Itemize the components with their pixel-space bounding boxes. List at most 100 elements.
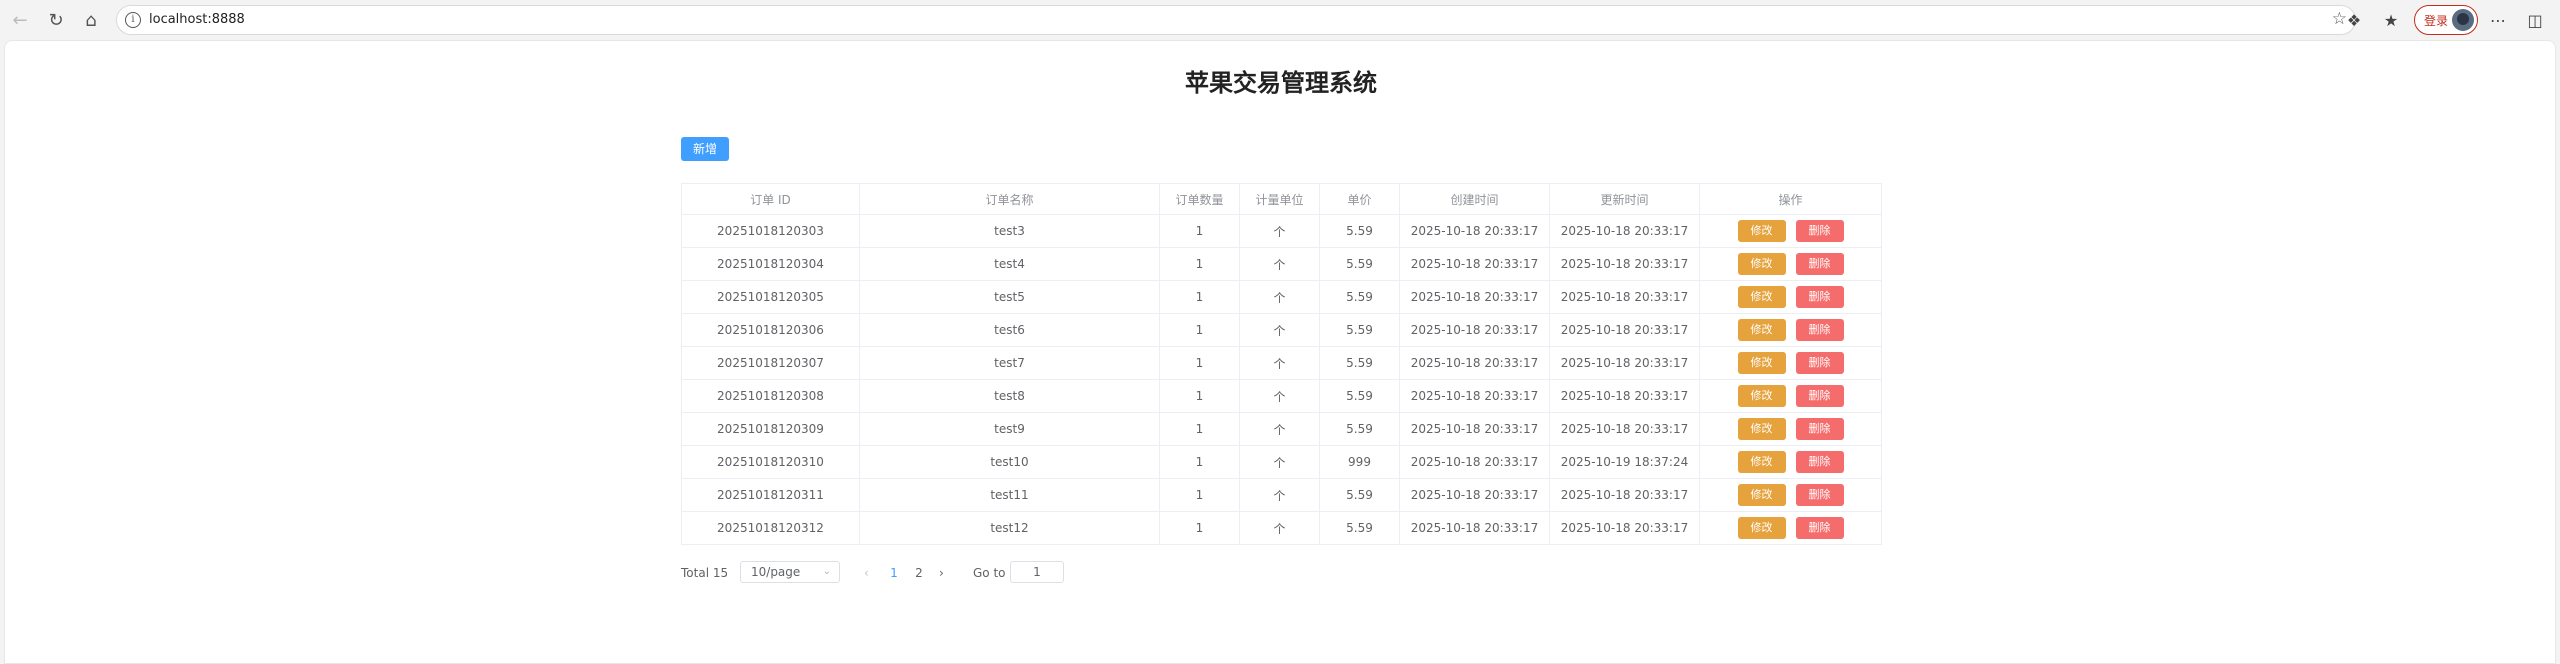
edit-button[interactable]: 修改 <box>1737 385 1786 407</box>
table-cell: test10 <box>859 445 1160 479</box>
edit-button[interactable]: 修改 <box>1737 517 1786 539</box>
table-cell: 5.59 <box>1319 379 1400 413</box>
url-text[interactable]: localhost:8888 <box>149 12 245 27</box>
favorites-icon[interactable]: ★ <box>2378 7 2404 33</box>
delete-button[interactable]: 删除 <box>1795 253 1844 275</box>
table-cell: 个 <box>1239 346 1320 380</box>
delete-button[interactable]: 删除 <box>1795 451 1844 473</box>
add-button[interactable]: 新增 <box>681 137 729 161</box>
next-page-icon[interactable]: › <box>939 561 944 585</box>
table-row: 20251018120309 test9 1 个 5.59 2025-10-18 20:3… <box>681 412 1882 446</box>
table-cell: 个 <box>1239 379 1320 413</box>
table-cell: 1 <box>1159 478 1240 512</box>
page-number-1[interactable]: 1 <box>887 561 901 585</box>
goto-page-input[interactable]: 1 <box>1010 561 1064 583</box>
table-cell: 2025-10-18 20:33:17 <box>1549 247 1700 281</box>
goto-label: Go to <box>973 566 1006 580</box>
table-cell: 2025-10-18 20:33:17 <box>1549 280 1700 314</box>
page-viewport: 苹果交易管理系统 新增 订单 ID 订单名称 订单数量 计量单位 单价 创建时间… <box>4 40 2556 664</box>
table-cell: 5.59 <box>1319 346 1400 380</box>
table-cell: 5.59 <box>1319 214 1400 248</box>
table-cell: test11 <box>859 478 1160 512</box>
table-cell: 个 <box>1239 412 1320 446</box>
site-info-icon[interactable]: i <box>125 12 141 28</box>
table-cell: 个 <box>1239 214 1320 248</box>
table-cell: 1 <box>1159 511 1240 545</box>
table-cell: 2025-10-18 20:33:17 <box>1399 214 1550 248</box>
table-cell: 2025-10-18 20:33:17 <box>1399 313 1550 347</box>
actions-cell: 修改 删除 <box>1699 247 1882 281</box>
column-header: 创建时间 <box>1399 183 1550 215</box>
prev-page-icon[interactable]: ‹ <box>864 561 869 585</box>
table-cell: 20251018120309 <box>681 412 860 446</box>
page-size-select[interactable]: 10/page ⌄ <box>740 561 840 583</box>
edit-button[interactable]: 修改 <box>1737 286 1786 308</box>
table-cell: 2025-10-18 20:33:17 <box>1549 511 1700 545</box>
edit-button[interactable]: 修改 <box>1737 319 1786 341</box>
table-cell: 1 <box>1159 445 1240 479</box>
profile-login-button[interactable]: 登录 <box>2414 5 2478 35</box>
table-cell: 20251018120306 <box>681 313 860 347</box>
table-cell: 2025-10-18 20:33:17 <box>1399 445 1550 479</box>
actions-cell: 修改 删除 <box>1699 445 1882 479</box>
back-icon[interactable]: ← <box>6 6 34 34</box>
delete-button[interactable]: 删除 <box>1795 220 1844 242</box>
table-cell: 5.59 <box>1319 478 1400 512</box>
table-cell: 1 <box>1159 379 1240 413</box>
more-options-icon[interactable]: ⋯ <box>2485 7 2511 33</box>
table-cell: 2025-10-18 20:33:17 <box>1399 412 1550 446</box>
table-cell: 5.59 <box>1319 511 1400 545</box>
actions-cell: 修改 删除 <box>1699 346 1882 380</box>
table-row: 20251018120312 test12 1 个 5.59 2025-10-18 20:… <box>681 511 1882 545</box>
actions-cell: 修改 删除 <box>1699 412 1882 446</box>
table-cell: 个 <box>1239 445 1320 479</box>
table-cell: 20251018120312 <box>681 511 860 545</box>
delete-button[interactable]: 删除 <box>1795 484 1844 506</box>
table-row: 20251018120308 test8 1 个 5.59 2025-10-18 20:3… <box>681 379 1882 413</box>
table-row: 20251018120303 test3 1 个 5.59 2025-10-18 20:3… <box>681 214 1882 248</box>
table-cell: 5.59 <box>1319 313 1400 347</box>
table-cell: 20251018120311 <box>681 478 860 512</box>
delete-button[interactable]: 删除 <box>1795 517 1844 539</box>
chevron-down-icon: ⌄ <box>822 566 831 577</box>
table-cell: test8 <box>859 379 1160 413</box>
sidebar-toggle-icon[interactable]: ◫ <box>2522 7 2548 33</box>
address-bar[interactable]: i localhost:8888 ☆ <box>116 5 2356 35</box>
refresh-icon[interactable]: ↻ <box>42 6 70 34</box>
table-cell: test7 <box>859 346 1160 380</box>
table-cell: 1 <box>1159 346 1240 380</box>
table-cell: test12 <box>859 511 1160 545</box>
edit-button[interactable]: 修改 <box>1737 253 1786 275</box>
actions-cell: 修改 删除 <box>1699 511 1882 545</box>
table-row: 20251018120305 test5 1 个 5.59 2025-10-18 20:3… <box>681 280 1882 314</box>
column-header: 操作 <box>1699 183 1882 215</box>
table-cell: 20251018120303 <box>681 214 860 248</box>
page-size-value: 10/page <box>751 565 801 579</box>
delete-button[interactable]: 删除 <box>1795 385 1844 407</box>
delete-button[interactable]: 删除 <box>1795 352 1844 374</box>
column-header: 计量单位 <box>1239 183 1320 215</box>
table-cell: 个 <box>1239 247 1320 281</box>
actions-cell: 修改 删除 <box>1699 379 1882 413</box>
home-icon[interactable]: ⌂ <box>77 6 105 34</box>
table-cell: 5.59 <box>1319 412 1400 446</box>
actions-cell: 修改 删除 <box>1699 478 1882 512</box>
table-cell: test4 <box>859 247 1160 281</box>
delete-button[interactable]: 删除 <box>1795 319 1844 341</box>
delete-button[interactable]: 删除 <box>1795 418 1844 440</box>
table-cell: test3 <box>859 214 1160 248</box>
page-number-2[interactable]: 2 <box>912 561 926 585</box>
delete-button[interactable]: 删除 <box>1795 286 1844 308</box>
edit-button[interactable]: 修改 <box>1737 352 1786 374</box>
edit-button[interactable]: 修改 <box>1737 451 1786 473</box>
table-cell: 20251018120304 <box>681 247 860 281</box>
table-cell: 20251018120308 <box>681 379 860 413</box>
column-header: 订单 ID <box>681 183 860 215</box>
edit-button[interactable]: 修改 <box>1737 418 1786 440</box>
edit-button[interactable]: 修改 <box>1737 220 1786 242</box>
table-cell: 2025-10-18 20:33:17 <box>1549 214 1700 248</box>
edit-button[interactable]: 修改 <box>1737 484 1786 506</box>
table-cell: 5.59 <box>1319 247 1400 281</box>
table-cell: 1 <box>1159 313 1240 347</box>
extensions-icon[interactable]: ❖ <box>2341 7 2367 33</box>
